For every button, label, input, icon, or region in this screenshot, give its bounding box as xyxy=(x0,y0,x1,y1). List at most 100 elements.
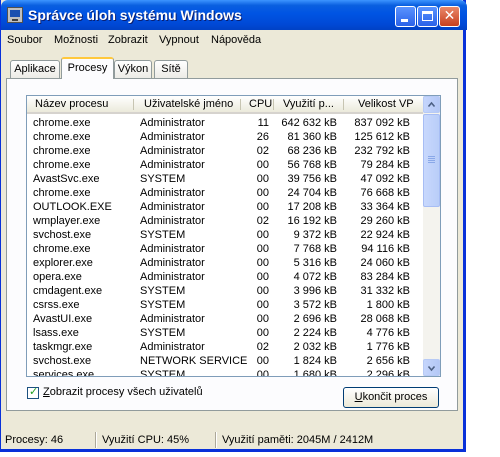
table-row[interactable]: cmdagent.exe SYSTEM 00 3 996 kB 31 332 kB xyxy=(27,284,423,298)
memory-usage-cell: 5 316 kB xyxy=(293,257,337,269)
status-process-count: Procesy: 46 xyxy=(5,434,64,446)
user-name-cell: Administrator xyxy=(140,131,205,143)
checkmark-icon: ✓ xyxy=(29,385,39,398)
menu-vypnout[interactable]: Vypnout xyxy=(159,34,199,46)
table-row[interactable]: taskmgr.exe Administrator 02 2 032 kB 1 776 … xyxy=(27,340,423,354)
process-name-cell: chrome.exe xyxy=(33,117,91,129)
show-all-users-checkbox[interactable]: ✓ xyxy=(27,385,39,399)
menu-bar: Soubor Možnosti Zobrazit Vypnout Nápověd… xyxy=(1,31,463,50)
menu-moznosti[interactable]: Možnosti xyxy=(54,34,98,46)
memory-usage-cell: 81 360 kB xyxy=(287,131,337,143)
menu-soubor[interactable]: Soubor xyxy=(7,34,42,46)
table-row[interactable]: csrss.exe SYSTEM 00 3 572 kB 1 800 kB xyxy=(27,298,423,312)
task-manager-app-icon xyxy=(7,7,23,23)
user-name-cell: SYSTEM xyxy=(140,285,186,297)
column-header-memory[interactable]: Využití p... xyxy=(283,96,334,112)
column-divider[interactable] xyxy=(273,99,274,110)
tab-vykon[interactable]: Výkon xyxy=(114,60,152,78)
chevron-up-icon xyxy=(428,101,435,108)
table-row[interactable]: services.exe SYSTEM 00 1 680 kB 2 296 kB xyxy=(27,368,423,377)
cpu-cell: 00 xyxy=(256,285,269,297)
table-row[interactable]: chrome.exe Administrator 00 7 768 kB 94 116 … xyxy=(27,242,423,256)
chevron-down-icon xyxy=(428,365,435,372)
user-name-cell: Administrator xyxy=(140,187,205,199)
show-all-users-label[interactable]: Zobrazit procesy všech uživatelů xyxy=(43,386,203,398)
vm-size-cell: 33 364 kB xyxy=(360,201,410,213)
vm-size-cell: 29 260 kB xyxy=(360,215,410,227)
process-name-cell: taskmgr.exe xyxy=(33,341,93,353)
column-header-user[interactable]: Uživatelské jméno xyxy=(144,96,233,112)
vm-size-cell: 94 116 kB xyxy=(361,243,410,255)
tab-site[interactable]: Sítě xyxy=(154,60,188,78)
vm-size-cell: 125 612 kB xyxy=(354,131,410,143)
minimize-button[interactable] xyxy=(395,6,416,27)
tab-procesy[interactable]: Procesy xyxy=(61,57,114,79)
table-row[interactable]: chrome.exe Administrator 11 642 632 kB 837 0… xyxy=(27,116,423,130)
column-header-vm-size[interactable]: Velikost VP xyxy=(358,96,414,112)
vm-size-cell: 22 924 kB xyxy=(360,229,410,241)
user-name-cell: SYSTEM xyxy=(140,299,186,311)
table-row[interactable]: chrome.exe Administrator 00 56 768 kB 79 284… xyxy=(27,158,423,172)
user-name-cell: Administrator xyxy=(140,215,205,227)
cpu-cell: 00 xyxy=(256,187,269,199)
cpu-cell: 00 xyxy=(256,243,269,255)
title-bar[interactable]: Správce úloh systému Windows ✕ xyxy=(1,0,467,30)
table-row[interactable]: svchost.exe NETWORK SERVICE 00 1 824 kB 2 65… xyxy=(27,354,423,368)
column-header-row: Název procesu Uživatelské jméno CPU Využ… xyxy=(27,96,423,114)
vertical-scrollbar[interactable] xyxy=(423,96,440,376)
process-name-cell: chrome.exe xyxy=(33,159,91,171)
cpu-cell: 11 xyxy=(257,117,269,129)
user-name-cell: Administrator xyxy=(140,243,205,255)
vm-size-cell: 1 800 kB xyxy=(366,299,410,311)
end-process-button[interactable]: Ukončit proces xyxy=(343,387,439,408)
vm-size-cell: 232 792 kB xyxy=(354,145,410,157)
close-button[interactable]: ✕ xyxy=(439,6,460,27)
memory-usage-cell: 2 032 kB xyxy=(293,341,337,353)
memory-usage-cell: 16 192 kB xyxy=(287,215,337,227)
memory-usage-cell: 9 372 kB xyxy=(293,229,337,241)
table-row[interactable]: chrome.exe Administrator 00 24 704 kB 76 668… xyxy=(27,186,423,200)
column-divider[interactable] xyxy=(343,99,344,110)
process-name-cell: services.exe xyxy=(33,369,95,377)
vm-size-cell: 76 668 kB xyxy=(360,187,410,199)
column-divider[interactable] xyxy=(133,99,134,110)
process-name-cell: svchost.exe xyxy=(33,355,92,367)
table-row[interactable]: wmplayer.exe Administrator 02 16 192 kB 29 2… xyxy=(27,214,423,228)
window-title: Správce úloh systému Windows xyxy=(28,7,242,23)
table-row[interactable]: AvastSvc.exe SYSTEM 00 39 756 kB 47 092 kB xyxy=(27,172,423,186)
menu-zobrazit[interactable]: Zobrazit xyxy=(108,34,148,46)
memory-usage-cell: 68 236 kB xyxy=(287,145,337,157)
maximize-button[interactable] xyxy=(417,6,438,27)
cpu-cell: 00 xyxy=(256,369,269,377)
process-list[interactable]: Název procesu Uživatelské jméno CPU Využ… xyxy=(26,95,441,377)
table-row[interactable]: chrome.exe Administrator 26 81 360 kB 125 61… xyxy=(27,130,423,144)
user-name-cell: Administrator xyxy=(140,341,205,353)
table-row[interactable]: explorer.exe Administrator 00 5 316 kB 24 06… xyxy=(27,256,423,270)
scroll-down-button[interactable] xyxy=(423,359,440,376)
scrollbar-thumb[interactable] xyxy=(423,114,440,207)
column-divider[interactable] xyxy=(240,99,241,110)
memory-usage-cell: 3 572 kB xyxy=(293,299,337,311)
vm-size-cell: 24 060 kB xyxy=(360,257,410,269)
status-memory-usage: Využití paměti: 2045M / 2412M xyxy=(222,434,374,446)
tab-aplikace[interactable]: Aplikace xyxy=(10,60,60,78)
vm-size-cell: 31 332 kB xyxy=(360,285,410,297)
process-name-cell: chrome.exe xyxy=(33,145,91,157)
table-row[interactable]: OUTLOOK.EXE Administrator 00 17 208 kB 33 36… xyxy=(27,200,423,214)
process-name-cell: cmdagent.exe xyxy=(33,285,103,297)
table-row[interactable]: opera.exe Administrator 00 4 072 kB 83 284 k… xyxy=(27,270,423,284)
user-name-cell: NETWORK SERVICE xyxy=(140,355,248,367)
cpu-cell: 00 xyxy=(256,271,269,283)
table-row[interactable]: chrome.exe Administrator 02 68 236 kB 232 79… xyxy=(27,144,423,158)
column-header-name[interactable]: Název procesu xyxy=(35,96,108,112)
table-row[interactable]: svchost.exe SYSTEM 00 9 372 kB 22 924 kB xyxy=(27,228,423,242)
menu-napoveda[interactable]: Nápověda xyxy=(211,34,261,46)
table-row[interactable]: AvastUI.exe Administrator 00 2 696 kB 28 068… xyxy=(27,312,423,326)
scroll-up-button[interactable] xyxy=(423,96,440,113)
table-row[interactable]: lsass.exe SYSTEM 00 2 224 kB 4 776 kB xyxy=(27,326,423,340)
column-header-cpu[interactable]: CPU xyxy=(249,96,272,112)
process-name-cell: chrome.exe xyxy=(33,131,91,143)
vm-size-cell: 28 068 kB xyxy=(360,313,410,325)
close-icon: ✕ xyxy=(443,8,456,24)
user-name-cell: SYSTEM xyxy=(140,327,186,339)
